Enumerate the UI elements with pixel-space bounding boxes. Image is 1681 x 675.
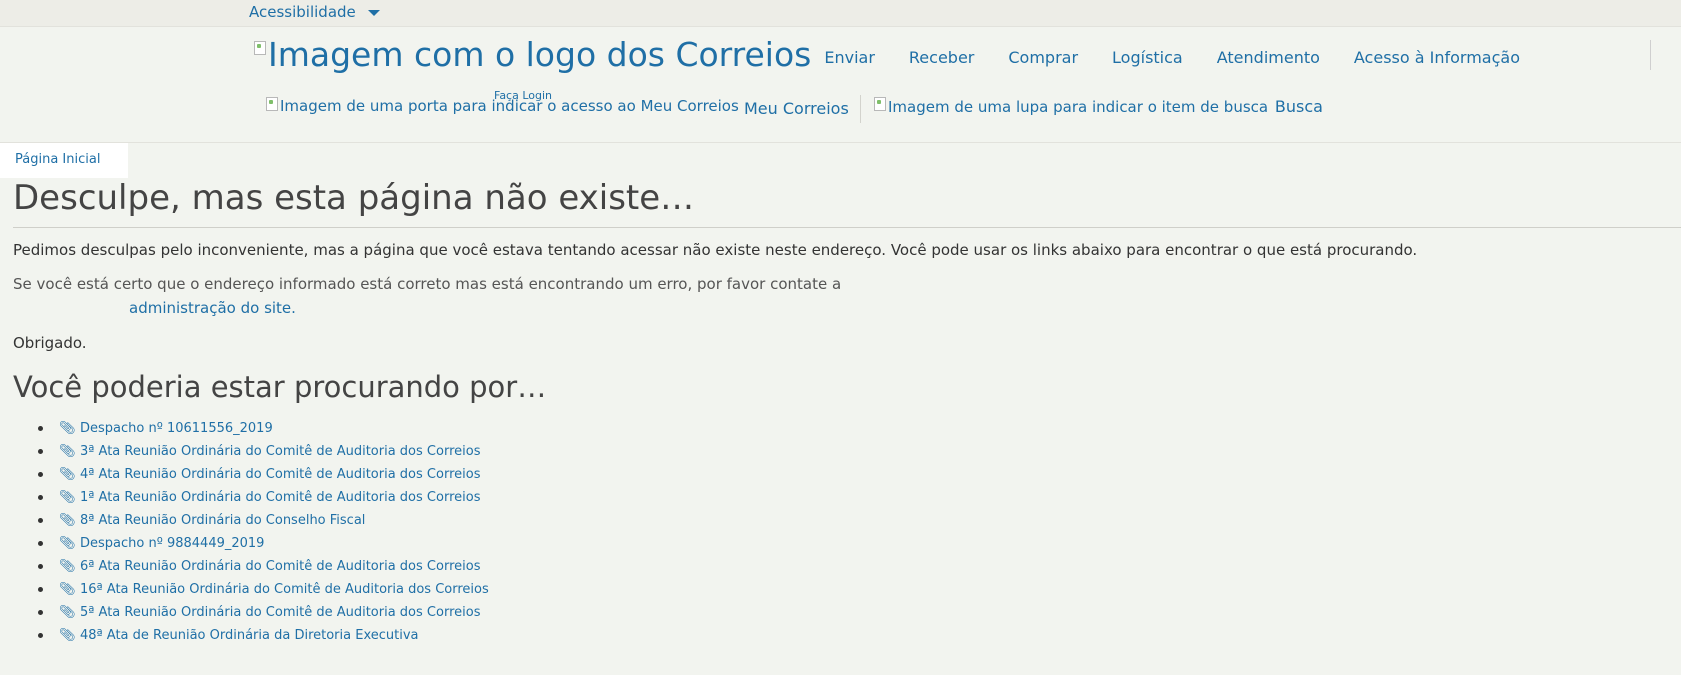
header-separator	[860, 95, 861, 123]
accessibility-bar: Acessibilidade	[0, 0, 1681, 27]
meu-correios-door-link[interactable]: Imagem de uma porta para indicar o acess…	[266, 97, 739, 115]
list-item: 📎︎ 5ª Ata Reunião Ordinária do Comitê de …	[38, 601, 489, 624]
bullet	[38, 633, 43, 638]
search-image: Imagem de uma lupa para indicar o item d…	[874, 97, 1273, 116]
broken-image-icon	[254, 41, 266, 55]
suggestion-link[interactable]: Despacho nº 10611556_2019	[80, 417, 273, 440]
contact-paragraph: Se você está certo que o endereço inform…	[13, 275, 842, 293]
paperclip-icon: 📎︎	[59, 490, 76, 505]
list-item: 📎︎ 48ª Ata de Reunião Ordinária da Direto…	[38, 624, 489, 647]
search-alt-text: Imagem de uma lupa para indicar o item d…	[888, 98, 1269, 116]
breadcrumb-home[interactable]: Página Inicial	[15, 152, 100, 167]
bullet	[38, 495, 43, 500]
nav-item-enviar[interactable]: Enviar	[824, 48, 875, 67]
suggestions-heading: Você poderia estar procurando por…	[13, 370, 547, 404]
nav-item-comprar[interactable]: Comprar	[1008, 48, 1078, 67]
bullet	[38, 472, 43, 477]
list-item: 📎︎ 16ª Ata Reunião Ordinária do Comitê de…	[38, 578, 489, 601]
bullet	[38, 564, 43, 569]
paperclip-icon: 📎︎	[59, 513, 76, 528]
nav-item-logistica[interactable]: Logística	[1112, 48, 1183, 67]
list-item: 📎︎ Despacho nº 10611556_2019	[38, 417, 489, 440]
suggestion-link[interactable]: 1ª Ata Reunião Ordinária do Comitê de Au…	[80, 486, 480, 509]
paperclip-icon: 📎︎	[59, 582, 76, 597]
site-header: Imagem com o logo dos Correios Enviar Re…	[0, 27, 1681, 143]
nav-item-receber[interactable]: Receber	[909, 48, 974, 67]
suggestion-link[interactable]: Despacho nº 9884449_2019	[80, 532, 264, 555]
bullet	[38, 610, 43, 615]
search-link[interactable]: Imagem de uma lupa para indicar o item d…	[874, 97, 1323, 116]
login-area: Faça Login Imagem de uma porta para indi…	[266, 89, 856, 129]
search-label: Busca	[1274, 97, 1323, 116]
broken-image-icon	[874, 97, 886, 111]
list-item: 📎︎ 1ª Ata Reunião Ordinária do Comitê de …	[38, 486, 489, 509]
bullet	[38, 518, 43, 523]
list-item: 📎︎ Despacho nº 9884449_2019	[38, 532, 489, 555]
correios-logo-link[interactable]: Imagem com o logo dos Correios	[254, 35, 811, 74]
paperclip-icon: 📎︎	[59, 605, 76, 620]
logo-alt-text: Imagem com o logo dos Correios	[268, 35, 812, 74]
suggestion-link[interactable]: 8ª Ata Reunião Ordinária do Conselho Fis…	[80, 509, 365, 532]
list-item: 📎︎ 8ª Ata Reunião Ordinária do Conselho F…	[38, 509, 489, 532]
title-divider	[13, 227, 1681, 228]
suggestion-link[interactable]: 5ª Ata Reunião Ordinária do Comitê de Au…	[80, 601, 480, 624]
suggestion-link[interactable]: 16ª Ata Reunião Ordinária do Comitê de A…	[80, 578, 489, 601]
list-item: 📎︎ 3ª Ata Reunião Ordinária do Comitê de …	[38, 440, 489, 463]
suggestion-link[interactable]: 48ª Ata de Reunião Ordinária da Diretori…	[80, 624, 419, 647]
door-alt-text: Imagem de uma porta para indicar o acess…	[280, 97, 739, 115]
list-item: 📎︎ 6ª Ata Reunião Ordinária do Comitê de …	[38, 555, 489, 578]
bullet	[38, 449, 43, 454]
paperclip-icon: 📎︎	[59, 421, 76, 436]
thanks-text: Obrigado.	[13, 334, 87, 352]
paperclip-icon: 📎︎	[59, 559, 76, 574]
list-item: 📎︎ 4ª Ata Reunião Ordinária do Comitê de …	[38, 463, 489, 486]
broken-image-icon	[266, 97, 278, 111]
bullet	[38, 587, 43, 592]
paperclip-icon: 📎︎	[59, 628, 76, 643]
paperclip-icon: 📎︎	[59, 444, 76, 459]
bullet	[38, 541, 43, 546]
paperclip-icon: 📎︎	[59, 536, 76, 551]
paperclip-icon: 📎︎	[59, 467, 76, 482]
main-nav: Enviar Receber Comprar Logística Atendim…	[824, 48, 1520, 67]
accessibility-label: Acessibilidade	[249, 3, 356, 21]
suggestion-link[interactable]: 3ª Ata Reunião Ordinária do Comitê de Au…	[80, 440, 480, 463]
nav-divider	[1650, 40, 1651, 70]
chevron-down-icon	[367, 10, 380, 16]
suggestions-list: 📎︎ Despacho nº 10611556_2019 📎︎ 3ª Ata Reu…	[38, 417, 489, 647]
nav-item-atendimento[interactable]: Atendimento	[1217, 48, 1320, 67]
site-admin-link[interactable]: administração do site.	[129, 299, 296, 317]
page-title: Desculpe, mas esta página não existe…	[13, 178, 695, 218]
nav-item-acesso-informacao[interactable]: Acesso à Informação	[1354, 48, 1520, 67]
meu-correios-link[interactable]: Meu Correios	[744, 99, 849, 118]
apology-paragraph: Pedimos desculpas pelo inconveniente, ma…	[13, 241, 1418, 259]
breadcrumb: Página Inicial	[0, 143, 128, 178]
bullet	[38, 426, 43, 431]
suggestion-link[interactable]: 6ª Ata Reunião Ordinária do Comitê de Au…	[80, 555, 480, 578]
accessibility-dropdown[interactable]: Acessibilidade	[249, 3, 380, 21]
suggestion-link[interactable]: 4ª Ata Reunião Ordinária do Comitê de Au…	[80, 463, 480, 486]
